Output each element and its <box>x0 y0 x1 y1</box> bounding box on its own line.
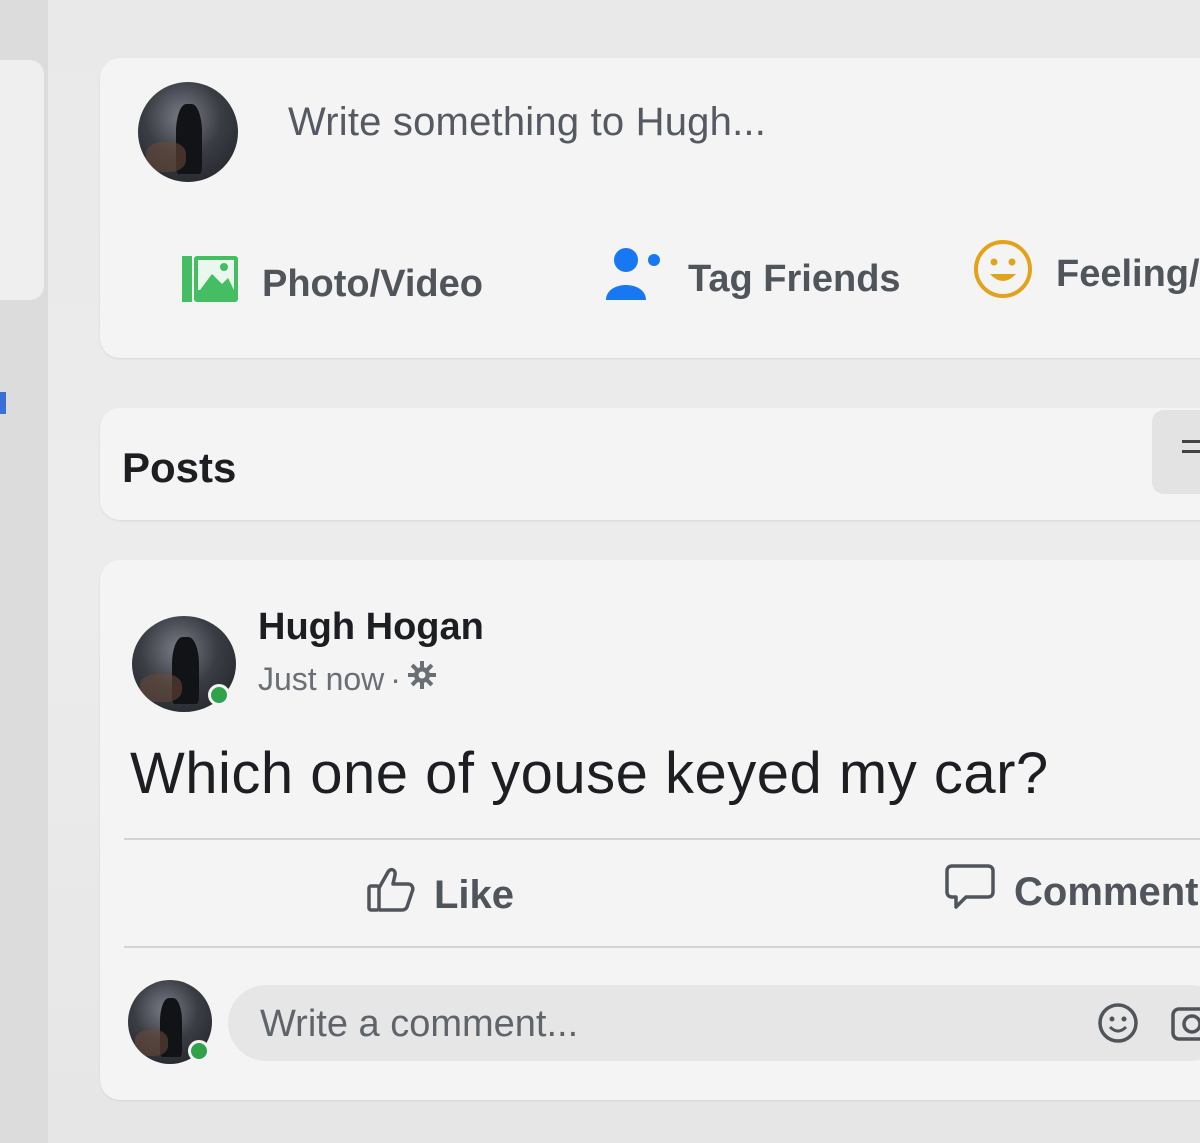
comment-placeholder: Write a comment... <box>260 1003 579 1045</box>
composer-input[interactable]: Write something to Hugh... <box>288 100 766 145</box>
post-divider-top <box>124 838 1200 840</box>
photo-video-icon <box>180 252 240 316</box>
tag-friends-button[interactable]: Tag Friends <box>604 246 901 312</box>
feeling-label: Feeling/ <box>1056 252 1200 295</box>
tag-friends-label: Tag Friends <box>688 257 901 300</box>
camera-icon[interactable] <box>1170 1001 1200 1050</box>
posts-header-card <box>100 408 1200 520</box>
comment-bubble-icon <box>944 862 996 922</box>
left-column-edge <box>0 0 48 1143</box>
feeling-activity-button[interactable]: Feeling/ <box>972 238 1200 310</box>
post-divider-bottom <box>124 946 1200 948</box>
avatar-figure-accent <box>146 142 186 172</box>
filters-button[interactable] <box>1152 410 1200 494</box>
comment-input[interactable]: Write a comment... <box>228 985 1200 1061</box>
post-meta: Just now · <box>258 660 437 698</box>
thumbs-up-icon <box>366 866 416 924</box>
gear-icon[interactable] <box>407 660 437 698</box>
photo-video-label: Photo/Video <box>262 262 483 305</box>
feeling-icon <box>972 238 1034 310</box>
tag-friends-icon <box>604 246 666 312</box>
left-link-edge <box>0 392 6 414</box>
left-card-edge <box>0 60 44 300</box>
avatar-figure-accent <box>134 1030 169 1056</box>
avatar-figure-accent <box>140 673 182 703</box>
composer-avatar[interactable] <box>138 82 238 182</box>
online-status-dot <box>208 684 230 706</box>
post-body-text: Which one of youse keyed my car? <box>130 741 1049 806</box>
posts-title: Posts <box>122 444 237 491</box>
like-label: Like <box>434 872 515 917</box>
meta-separator: · <box>390 660 401 697</box>
post-author-name[interactable]: Hugh Hogan <box>258 606 484 649</box>
facebook-profile-page: Write something to Hugh... Photo/Video T… <box>0 0 1200 1143</box>
emoji-icon[interactable] <box>1096 1001 1140 1050</box>
online-status-dot <box>188 1040 210 1062</box>
post-timestamp[interactable]: Just now <box>258 661 384 698</box>
photo-video-button[interactable]: Photo/Video <box>180 252 483 316</box>
comment-button[interactable]: Comment <box>944 862 1198 922</box>
comment-label: Comment <box>1014 869 1199 914</box>
like-button[interactable]: Like <box>366 866 514 924</box>
